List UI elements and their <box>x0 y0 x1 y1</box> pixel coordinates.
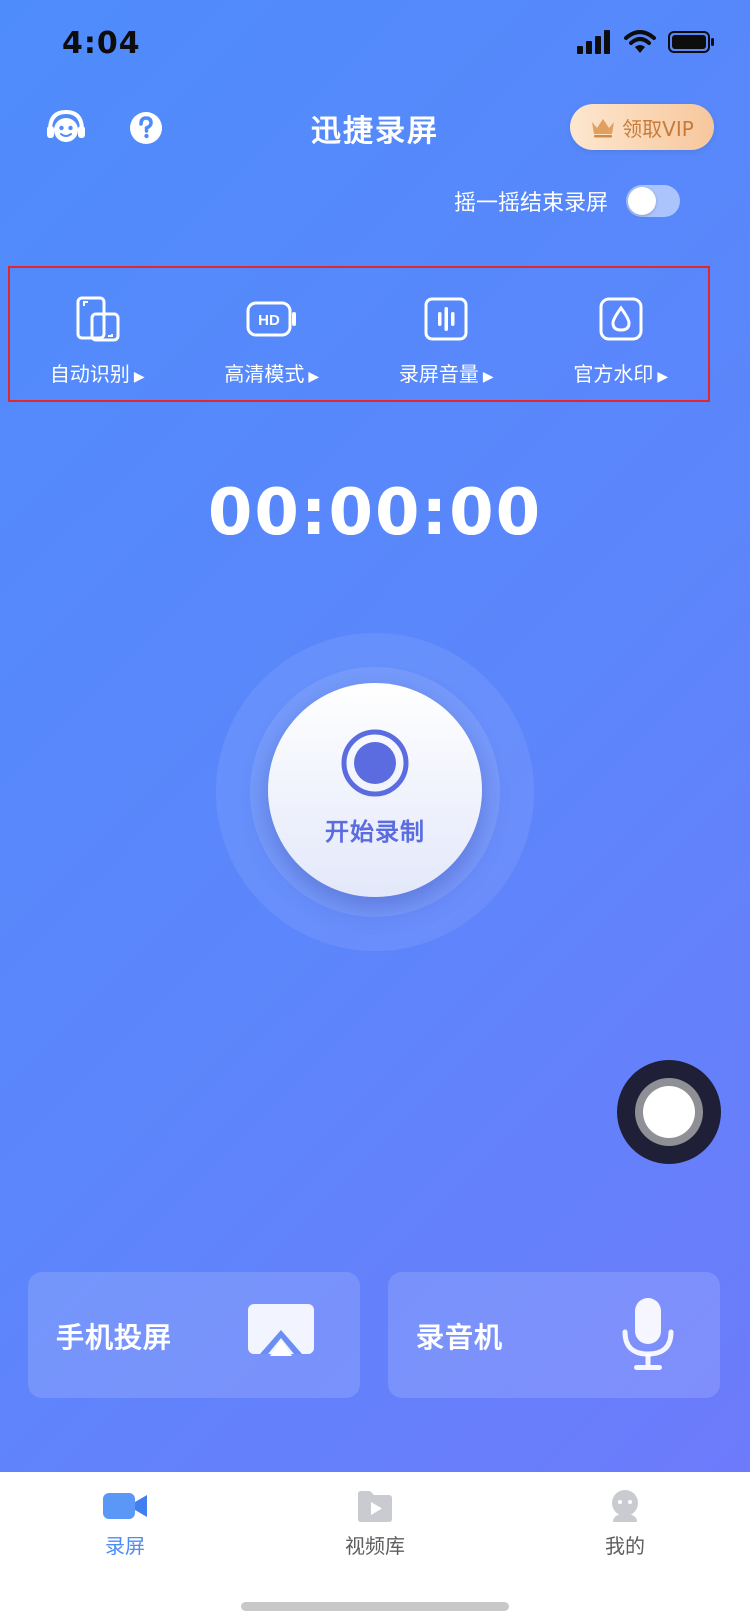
card-label: 手机投屏 <box>56 1321 173 1354</box>
battery-icon <box>668 31 714 53</box>
triangle-right-icon: ▶ <box>133 369 145 385</box>
tab-record[interactable]: 录屏 <box>45 1488 205 1559</box>
vip-label: 领取VIP <box>622 116 694 141</box>
mode-volume[interactable]: 录屏音量 ▶ <box>361 268 531 387</box>
floating-ring <box>635 1078 703 1146</box>
header: 迅捷录屏 领取VIP <box>0 92 750 162</box>
card-label: 录音机 <box>416 1321 504 1354</box>
video-camera-icon <box>103 1493 147 1519</box>
toggle-knob <box>628 187 656 215</box>
triangle-right-icon: ▶ <box>482 369 494 385</box>
volume-icon <box>424 297 468 341</box>
hd-icon: HD <box>246 301 296 337</box>
record-icon <box>341 729 409 796</box>
orientation-icon <box>76 296 120 342</box>
mode-label: 自动识别 <box>49 362 130 386</box>
tab-bar: 录屏 视频库 我的 <box>0 1472 750 1623</box>
mode-options: 自动识别 ▶ HD 高清模式 ▶ 录屏音量 ▶ 官方水印 ▶ <box>8 266 710 402</box>
record-screen: 4:04 迅捷录屏 领取VIP 摇一摇结束录屏 自动识别 ▶ HD 高清模式 ▶… <box>0 0 750 1472</box>
user-icon <box>612 1490 638 1522</box>
tab-video-library[interactable]: 视频库 <box>295 1488 455 1559</box>
start-record-label: 开始录制 <box>325 817 425 846</box>
floating-core <box>643 1086 695 1138</box>
mode-label: 高清模式 <box>224 362 305 386</box>
mode-label: 官方水印 <box>573 362 654 386</box>
svg-text:HD: HD <box>258 312 280 329</box>
tab-label: 录屏 <box>105 1534 145 1558</box>
triangle-right-icon: ▶ <box>657 369 669 385</box>
wifi-icon <box>624 30 656 53</box>
status-time: 4:04 <box>62 26 141 61</box>
mode-watermark[interactable]: 官方水印 ▶ <box>536 268 706 387</box>
mode-label: 录屏音量 <box>398 362 479 386</box>
signal-icon <box>577 30 610 54</box>
crown-icon <box>592 119 615 138</box>
tab-label: 视频库 <box>345 1534 405 1558</box>
home-indicator <box>241 1602 509 1611</box>
tab-mine[interactable]: 我的 <box>545 1488 705 1559</box>
mode-auto-detect[interactable]: 自动识别 ▶ <box>12 268 182 387</box>
floating-assistive-button[interactable] <box>617 1060 721 1164</box>
watermark-drop-icon <box>599 297 643 341</box>
mode-hd[interactable]: HD 高清模式 ▶ <box>187 268 357 387</box>
shake-label: 摇一摇结束录屏 <box>453 191 608 216</box>
tab-label: 我的 <box>605 1534 645 1558</box>
record-timer: 00:00:00 <box>207 476 543 550</box>
voice-recorder-card[interactable]: 录音机 <box>388 1272 720 1398</box>
shake-to-stop-row: 摇一摇结束录屏 <box>454 185 680 217</box>
status-bar: 4:04 <box>0 0 750 90</box>
airplay-icon <box>248 1304 314 1356</box>
triangle-right-icon: ▶ <box>308 369 320 385</box>
start-record-button[interactable]: 开始录制 <box>268 683 482 897</box>
screen-mirror-card[interactable]: 手机投屏 <box>28 1272 360 1398</box>
microphone-icon <box>622 1298 674 1370</box>
get-vip-button[interactable]: 领取VIP <box>570 104 714 150</box>
shake-toggle[interactable] <box>626 185 680 217</box>
folder-play-icon <box>358 1491 392 1522</box>
